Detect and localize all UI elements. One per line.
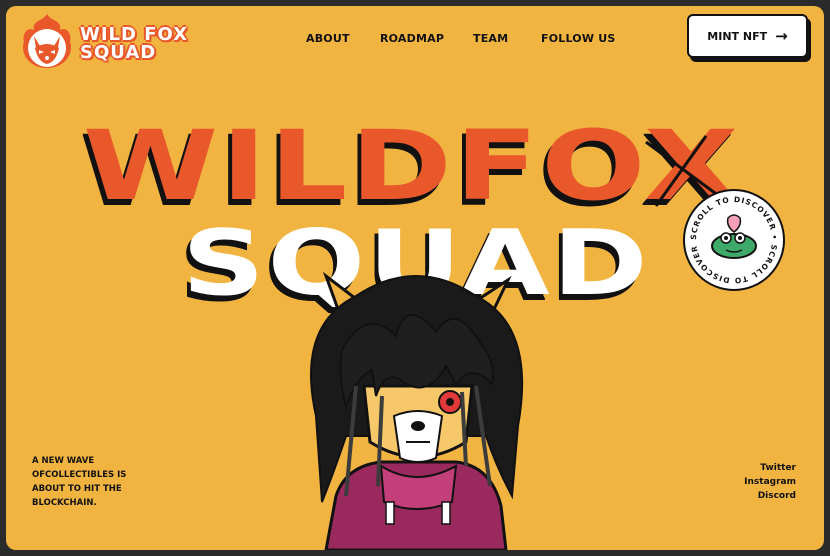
social-link-discord[interactable]: Discord	[744, 489, 796, 503]
social-link-instagram[interactable]: Instagram	[744, 475, 796, 489]
scroll-to-discover-badge[interactable]: SCROLL TO DISCOVER • SCROLL TO DISCOVER …	[679, 181, 786, 292]
page-frame: WILD FOX SQUAD ABOUT ROADMAP TEAM FOLLOW…	[6, 6, 824, 550]
wild-fox-character-illustration	[310, 271, 524, 550]
social-links: Twitter Instagram Discord	[744, 461, 796, 503]
social-link-twitter[interactable]: Twitter	[744, 461, 796, 475]
hero-tagline: A NEW WAVE OFCOLLECTIBLES IS ABOUT TO HI…	[32, 456, 127, 508]
